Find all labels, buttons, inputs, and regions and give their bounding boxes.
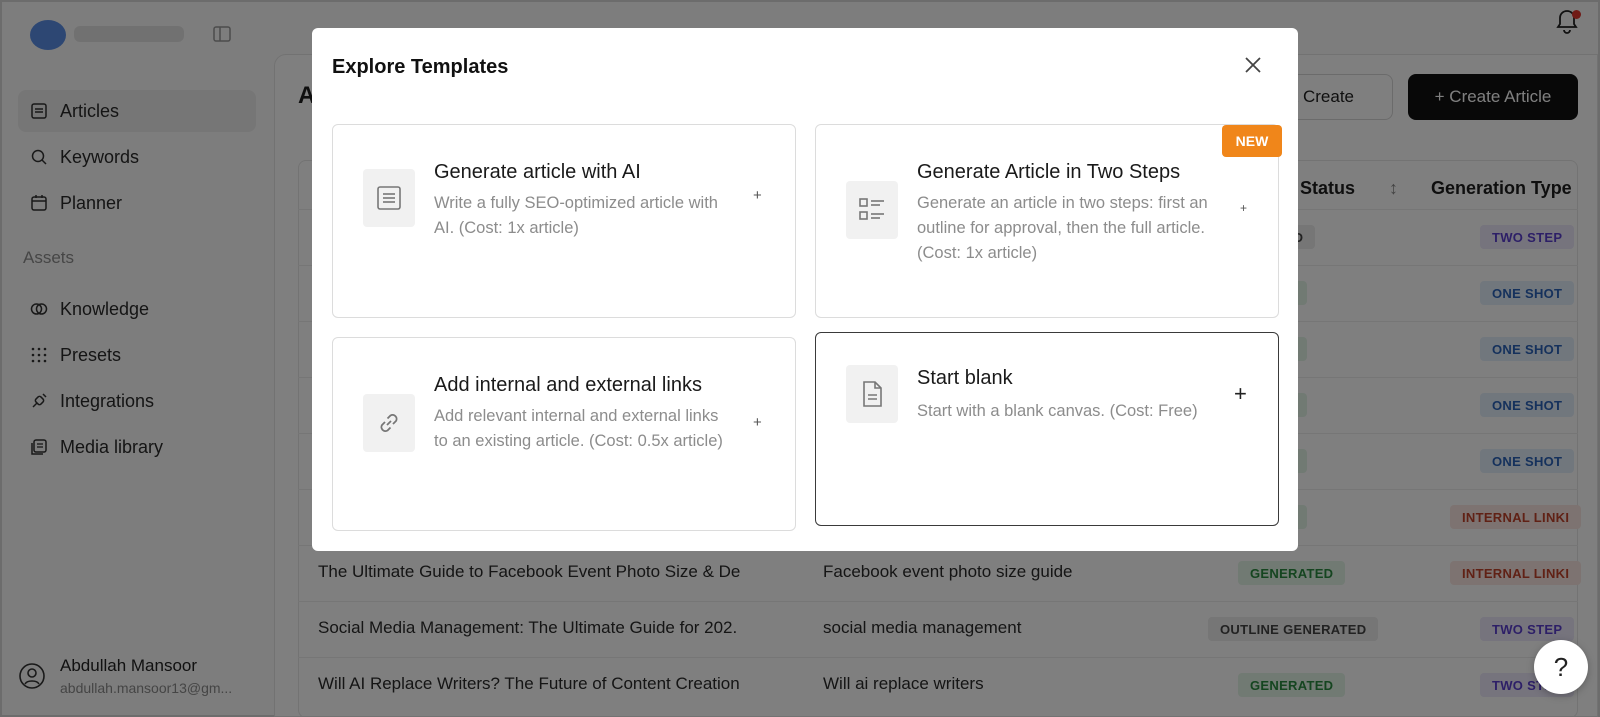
template-title: Start blank — [917, 367, 1013, 389]
template-card-start-blank[interactable]: Start blank Start with a blank canvas. (… — [815, 332, 1279, 526]
add-template-plus-icon[interactable]: + — [1240, 201, 1247, 215]
modal-title: Explore Templates — [332, 56, 509, 78]
template-description: Generate an article in two steps: first … — [917, 194, 1208, 262]
add-template-plus-icon[interactable]: + — [753, 187, 762, 204]
blank-file-icon — [846, 365, 898, 423]
document-lines-icon — [363, 169, 415, 227]
explore-templates-modal: Explore Templates Generate article with … — [312, 28, 1298, 551]
close-icon — [1245, 57, 1261, 73]
template-description: Add relevant internal and external links… — [434, 407, 723, 450]
template-description: Write a fully SEO-optimized article with… — [434, 194, 718, 237]
template-title: Add internal and external links — [434, 374, 702, 396]
template-description: Start with a blank canvas. (Cost: Free) — [917, 402, 1198, 420]
add-template-plus-icon[interactable]: + — [753, 414, 762, 431]
help-button[interactable]: ? — [1534, 640, 1588, 694]
add-template-plus-icon[interactable]: + — [1234, 381, 1247, 407]
template-card-two-steps[interactable]: Generate Article in Two Steps Generate a… — [815, 124, 1282, 318]
template-card-generate-ai[interactable]: Generate article with AI Write a fully S… — [332, 124, 796, 318]
link-icon — [363, 394, 415, 452]
template-card-add-links[interactable]: Add internal and external links Add rele… — [332, 337, 796, 531]
new-badge: NEW — [1222, 125, 1282, 157]
template-title: Generate Article in Two Steps — [917, 161, 1181, 183]
close-button[interactable] — [1240, 52, 1266, 78]
outline-list-icon — [846, 181, 898, 239]
template-title: Generate article with AI — [434, 161, 641, 183]
